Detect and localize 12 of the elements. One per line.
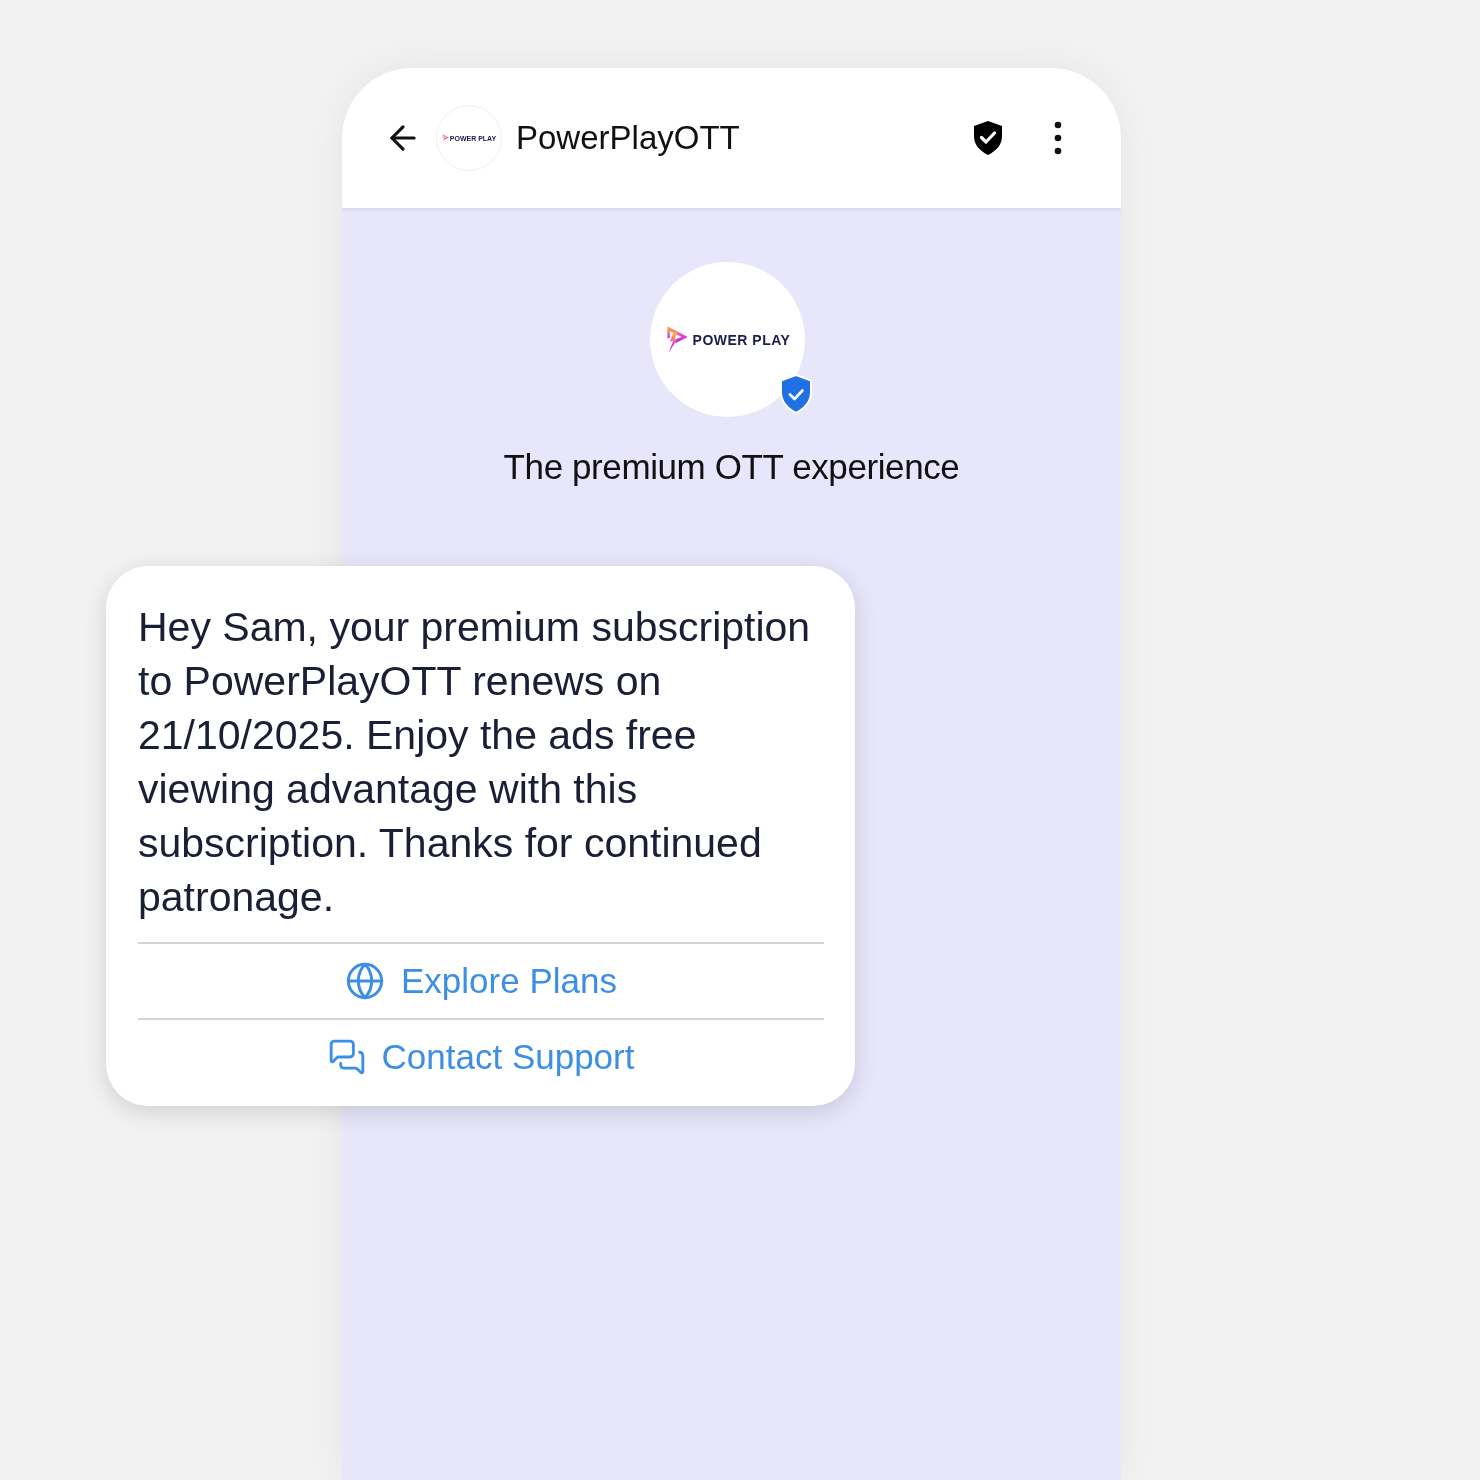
play-logo-icon [441, 133, 449, 143]
message-text: Hey Sam, your premium subscription to PowerPlayOTT renews on 21/10/2025. Enjoy the ads free viewing advantage with this subscription. Thanks for continued patronage. [138, 603, 812, 922]
more-menu-icon [1054, 121, 1062, 155]
suggestion-link[interactable]: Contact Support [138, 1018, 824, 1094]
suggestion-link[interactable]: Explore Plans [138, 942, 824, 1018]
logo-text: POWER PLAY [692, 331, 791, 348]
tagline: The premium OTT experience [503, 447, 960, 487]
chat-bubbles-icon [327, 1038, 366, 1076]
globe-icon [345, 961, 385, 1001]
sender-name: PowerPlayOTT [516, 119, 741, 157]
more-menu-button[interactable] [1054, 121, 1062, 155]
play-logo-icon [664, 325, 689, 354]
